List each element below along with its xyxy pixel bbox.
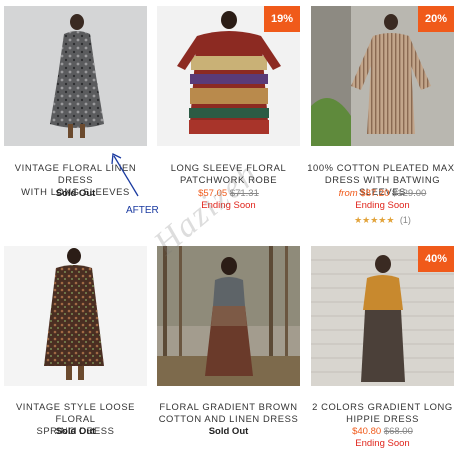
original-price: $71.31 bbox=[229, 188, 259, 199]
product-title-line-1[interactable]: VINTAGE STYLE LOOSE FLORAL bbox=[0, 401, 151, 425]
product-title-line-2[interactable]: HIPPIE DRESS bbox=[307, 413, 455, 425]
original-price: $68.00 bbox=[383, 426, 413, 437]
product-title-line-1[interactable]: FLORAL GRADIENT BROWN bbox=[153, 401, 304, 413]
product-title[interactable]: FLORAL GRADIENT BROWN COTTON AND LINEN D… bbox=[153, 401, 304, 425]
sale-price: $87.20 bbox=[360, 188, 390, 199]
price-row: $57.05 $71.31 bbox=[157, 188, 300, 199]
product-title[interactable]: LONG SLEEVE FLORAL PATCHWORK ROBE bbox=[153, 162, 304, 186]
product-grid: VINTAGE FLORAL LINEN DRESS WITH LONG SLE… bbox=[0, 0, 455, 455]
price-row: $40.80 $68.00 bbox=[311, 426, 454, 437]
ending-soon-label: Ending Soon bbox=[355, 200, 410, 211]
ending-soon-label: Ending Soon bbox=[355, 438, 410, 449]
product-title-line-1[interactable]: LONG SLEEVE FLORAL bbox=[153, 162, 304, 174]
sold-out-label: Sold Out bbox=[208, 426, 249, 437]
product-card[interactable]: VINTAGE STYLE LOOSE FLORAL SPRING DRESS … bbox=[4, 246, 147, 446]
product-image[interactable] bbox=[157, 246, 300, 386]
sold-out-label: Sold Out bbox=[55, 426, 96, 437]
discount-badge: 20% bbox=[418, 6, 454, 32]
after-annotation: AFTER bbox=[126, 205, 159, 216]
product-image[interactable] bbox=[4, 246, 147, 386]
product-title-line-2[interactable]: PATCHWORK ROBE bbox=[153, 174, 304, 186]
star-rating-icon: ★★★★★ bbox=[354, 215, 395, 225]
product-title[interactable]: 2 COLORS GRADIENT LONG HIPPIE DRESS bbox=[307, 401, 455, 425]
sale-price: $40.80 bbox=[352, 426, 382, 437]
product-title-line-1[interactable]: 2 COLORS GRADIENT LONG bbox=[307, 401, 455, 413]
product-image[interactable] bbox=[4, 6, 147, 146]
price-row: from $87.20 $129.00 bbox=[311, 188, 454, 199]
from-label: from bbox=[338, 188, 358, 199]
discount-badge: 40% bbox=[418, 246, 454, 272]
product-title-line-2[interactable]: COTTON AND LINEN DRESS bbox=[153, 413, 304, 425]
ending-soon-label: Ending Soon bbox=[201, 200, 256, 211]
product-card[interactable]: 19% LONG SLEEVE FLORAL PATCHWORK ROBE $5… bbox=[157, 6, 300, 211]
product-card[interactable]: 40% 2 COLORS GRADIENT LONG HIPPIE DRESS … bbox=[311, 246, 454, 449]
product-image[interactable]: 40% bbox=[311, 246, 454, 386]
rating[interactable]: ★★★★★ (1) bbox=[311, 215, 454, 226]
original-price: $129.00 bbox=[392, 188, 427, 199]
review-count[interactable]: (1) bbox=[400, 215, 411, 225]
product-title-line-1[interactable]: 100% COTTON PLEATED MAXI bbox=[307, 162, 455, 174]
product-card[interactable]: FLORAL GRADIENT BROWN COTTON AND LINEN D… bbox=[157, 246, 300, 446]
product-card[interactable]: 20% 100% COTTON PLEATED MAXI DRESS WITH … bbox=[307, 6, 455, 226]
product-image[interactable]: 20% bbox=[311, 6, 454, 146]
sale-price: $57.05 bbox=[198, 188, 228, 199]
discount-badge: 19% bbox=[264, 6, 300, 32]
product-image[interactable]: 19% bbox=[157, 6, 300, 146]
annotation-arrow-icon bbox=[111, 152, 139, 197]
